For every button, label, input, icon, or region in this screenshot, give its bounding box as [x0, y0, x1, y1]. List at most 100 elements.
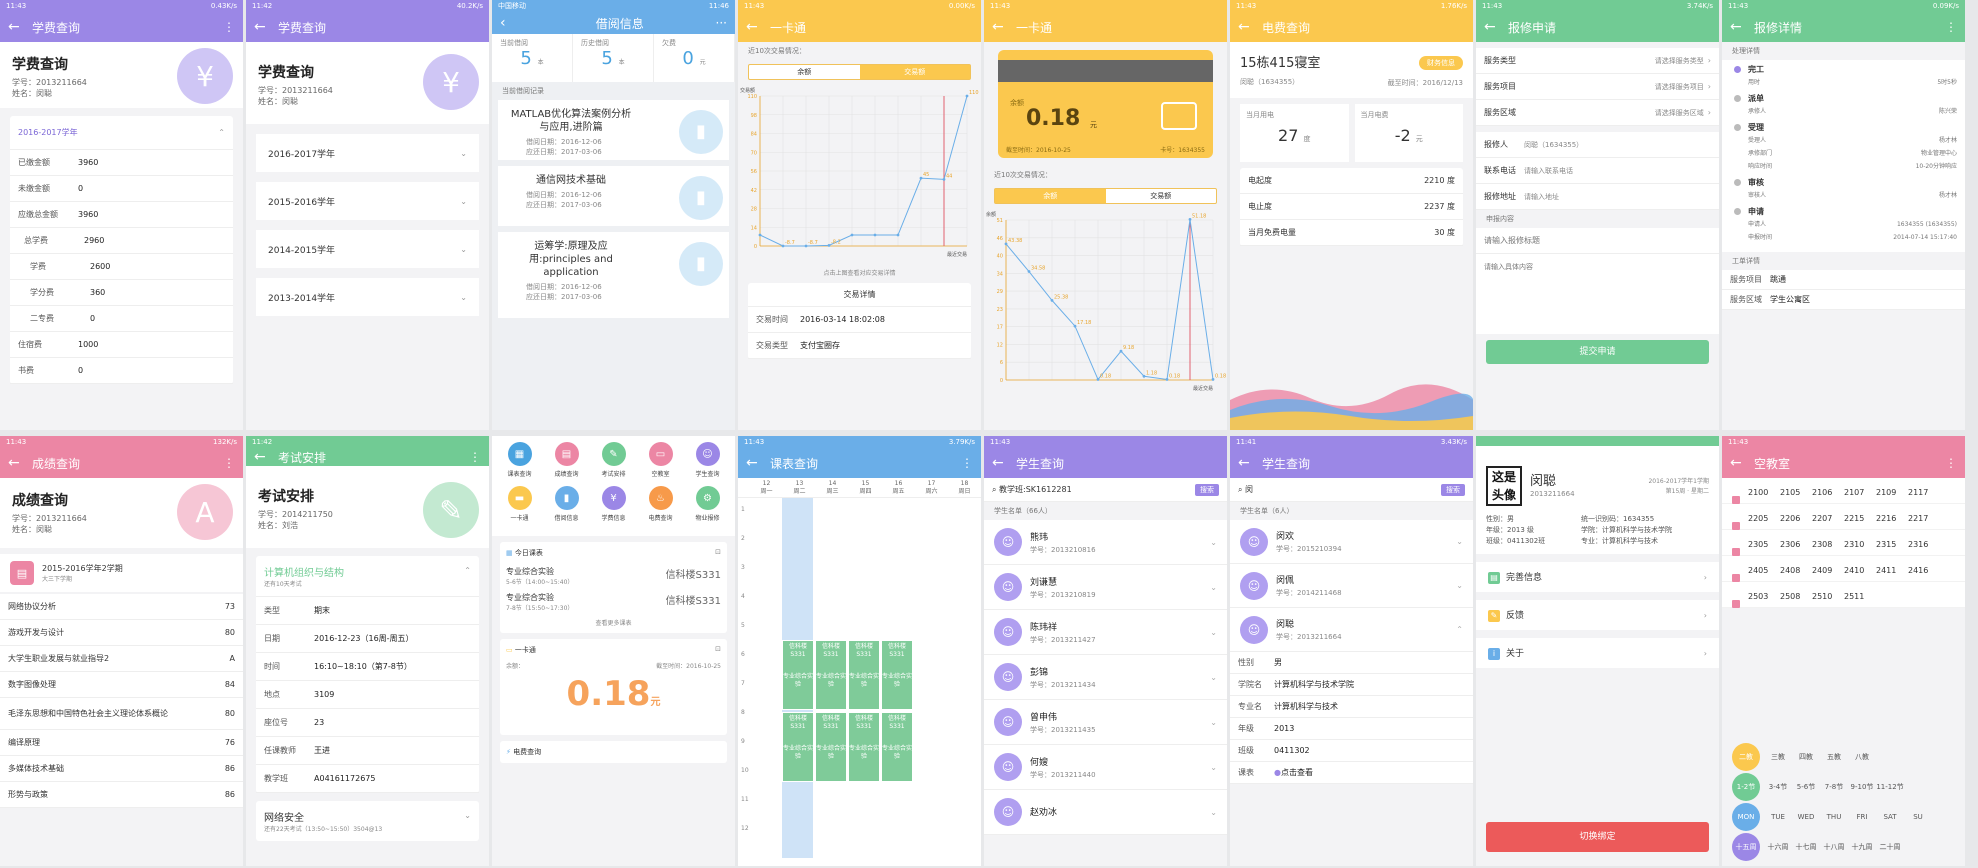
year-header[interactable]: 2016-2017学年 ⌃	[10, 116, 233, 150]
room-number[interactable]: 2215	[1844, 514, 1876, 523]
tab-balance[interactable]: 余额	[749, 65, 860, 79]
back-arrow-icon[interactable]: ←	[1484, 19, 1502, 35]
balance-chart[interactable]: 0 6 12 17 23 29 34 40 46 51余额最近交易 43.38 34.58 25.38 1…	[984, 208, 1227, 398]
search-input[interactable]: 教学班:SK1612281	[999, 484, 1072, 495]
expand-icon[interactable]: ⊡	[715, 548, 721, 558]
building-chip[interactable]: 三教	[1764, 752, 1792, 762]
room-number[interactable]: 2408	[1780, 566, 1812, 575]
room-number[interactable]: 2310	[1844, 540, 1876, 549]
menu-item[interactable]: ▤ 完善信息 ›	[1476, 562, 1719, 592]
submit-button[interactable]: 提交申请	[1486, 340, 1709, 364]
week-chip[interactable]: 十七周	[1792, 842, 1820, 852]
period-chip[interactable]: 11-12节	[1876, 782, 1904, 792]
class-cell[interactable]: 信科楼S331 专业综合实验	[815, 640, 847, 710]
elec-widget[interactable]: ⚡ 电费查询	[500, 741, 727, 763]
room-number[interactable]: 2109	[1876, 488, 1908, 497]
feature-6[interactable]: ▮ 借阅信息	[543, 486, 590, 522]
weekday-chip[interactable]: FRI	[1848, 813, 1876, 821]
back-arrow-icon[interactable]: ←	[746, 19, 764, 35]
weekday-chip[interactable]: SU	[1904, 813, 1932, 821]
form-row[interactable]: 联系电话 请输入联系电话	[1476, 158, 1719, 184]
room-number[interactable]: 2100	[1748, 488, 1780, 497]
room-number[interactable]: 2117	[1908, 488, 1940, 497]
transaction-chart[interactable]: 014284256708498110交易额最近交易-8.7 -8.7 -8.245 4…	[738, 84, 981, 264]
room-number[interactable]: 2503	[1748, 592, 1780, 601]
class-cell[interactable]: 信科楼S331 专业综合实验	[815, 712, 847, 782]
back-arrow-icon[interactable]: ←	[992, 19, 1010, 35]
student-item[interactable]: ☺ 刘谦慧 学号：2013210819 ⌄	[984, 565, 1227, 610]
back-arrow-icon[interactable]: ←	[254, 449, 272, 465]
class-cell[interactable]: 信科楼S331 专业综合实验	[782, 640, 814, 710]
building-chip[interactable]: 五教	[1820, 752, 1848, 762]
period-chip[interactable]: 1-2节	[1732, 773, 1760, 801]
stat-item[interactable]: 当前借阅 5 本	[492, 34, 573, 82]
room-number[interactable]: 2216	[1876, 514, 1908, 523]
feature-1[interactable]: ▤ 成绩查询	[543, 442, 590, 478]
feature-0[interactable]: ▦ 课表查询	[496, 442, 543, 478]
room-number[interactable]: 2409	[1812, 566, 1844, 575]
period-chip[interactable]: 7-8节	[1820, 782, 1848, 792]
room-number[interactable]: 2410	[1844, 566, 1876, 575]
room-number[interactable]: 2315	[1876, 540, 1908, 549]
search-button[interactable]: 搜索	[1441, 483, 1465, 496]
student-item[interactable]: ☺ 熊玮 学号：2013210816 ⌄	[984, 520, 1227, 565]
more-horiz-icon[interactable]: ···	[716, 16, 727, 30]
weekday-chip[interactable]: THU	[1820, 813, 1848, 821]
menu-item[interactable]: ✎ 反馈 ›	[1476, 600, 1719, 630]
room-number[interactable]: 2106	[1812, 488, 1844, 497]
more-vert-icon[interactable]: ⋮	[1945, 456, 1957, 470]
search-input[interactable]: 闵	[1245, 484, 1253, 495]
room-number[interactable]: 2105	[1780, 488, 1812, 497]
form-row[interactable]: 报修人 闵聪（1634355）	[1476, 132, 1719, 158]
stat-item[interactable]: 历史借阅 5 本	[573, 34, 654, 82]
search-button[interactable]: 搜索	[1195, 483, 1219, 496]
content-textarea[interactable]: 请输入具体内容	[1476, 254, 1719, 334]
form-row[interactable]: 服务区域 请选择服务区域 ›	[1476, 100, 1719, 126]
week-chip[interactable]: 十五周	[1732, 833, 1760, 861]
year-item[interactable]: 2014-2015学年 ⌄	[256, 230, 479, 268]
student-item[interactable]: ☺ 何嫂 学号：2013211440 ⌄	[984, 745, 1227, 790]
book-item[interactable]: 通信网技术基础 借阅日期：2016-12-06 应还日期：2017-03-06 ▮	[498, 166, 729, 226]
class-cell[interactable]: 信科楼S331 专业综合实验	[848, 712, 880, 782]
more-vert-icon[interactable]: ⋮	[223, 456, 235, 470]
room-number[interactable]: 2206	[1780, 514, 1812, 523]
class-cell[interactable]: 信科楼S331 专业综合实验	[881, 640, 913, 710]
back-arrow-icon[interactable]: ←	[8, 455, 26, 471]
class-cell[interactable]: 信科楼S331 专业综合实验	[782, 712, 814, 782]
student-item[interactable]: ☺ 彭锦 学号：2013211434 ⌄	[984, 655, 1227, 700]
week-chip[interactable]: 二十周	[1876, 842, 1904, 852]
room-number[interactable]: 2107	[1844, 488, 1876, 497]
room-number[interactable]: 2511	[1844, 592, 1876, 601]
room-number[interactable]: 2411	[1876, 566, 1908, 575]
more-schedule-link[interactable]: 查看更多课表	[506, 618, 721, 627]
back-arrow-icon[interactable]: ←	[746, 455, 764, 471]
room-number[interactable]: 2306	[1780, 540, 1812, 549]
student-item[interactable]: ☺ 赵劝冰 ⌄	[984, 790, 1227, 835]
exam-header[interactable]: 计算机组织与结构 还有10天考试 ⌃	[256, 556, 479, 597]
feature-5[interactable]: ▬ 一卡通	[496, 486, 543, 522]
more-vert-icon[interactable]: ⋮	[1945, 20, 1957, 34]
more-vert-icon[interactable]: ⋮	[469, 450, 481, 464]
tab-amount[interactable]: 交易额	[1106, 189, 1217, 203]
tab-amount[interactable]: 交易额	[859, 65, 970, 79]
back-arrow-icon[interactable]: ←	[1730, 19, 1748, 35]
room-number[interactable]: 2508	[1780, 592, 1812, 601]
tab-balance[interactable]: 余额	[995, 189, 1106, 203]
form-row[interactable]: 服务项目 请选择服务项目 ›	[1476, 74, 1719, 100]
stat-item[interactable]: 欠费 0 元	[654, 34, 735, 82]
year-item[interactable]: 2016-2017学年 ⌄	[256, 134, 479, 172]
form-row[interactable]: 报修地址 请输入地址	[1476, 184, 1719, 210]
weekday-chip[interactable]: MON	[1732, 803, 1760, 831]
weekday-chip[interactable]: SAT	[1876, 813, 1904, 821]
period-chip[interactable]: 5-6节	[1792, 782, 1820, 792]
week-chip[interactable]: 十六周	[1764, 842, 1792, 852]
room-number[interactable]: 2308	[1812, 540, 1844, 549]
book-item[interactable]: 运筹学:原理及应用:principles and application 借阅日期…	[498, 232, 729, 318]
building-chip[interactable]: 四教	[1792, 752, 1820, 762]
menu-item[interactable]: i 关于 ›	[1476, 638, 1719, 668]
back-arrow-icon[interactable]: ‹	[500, 15, 518, 31]
detail-row[interactable]: 课表 ● 点击查看	[1230, 762, 1473, 784]
feature-2[interactable]: ✎ 考试安排	[590, 442, 637, 478]
room-number[interactable]: 2510	[1812, 592, 1844, 601]
switch-binding-button[interactable]: 切换绑定	[1486, 822, 1709, 852]
